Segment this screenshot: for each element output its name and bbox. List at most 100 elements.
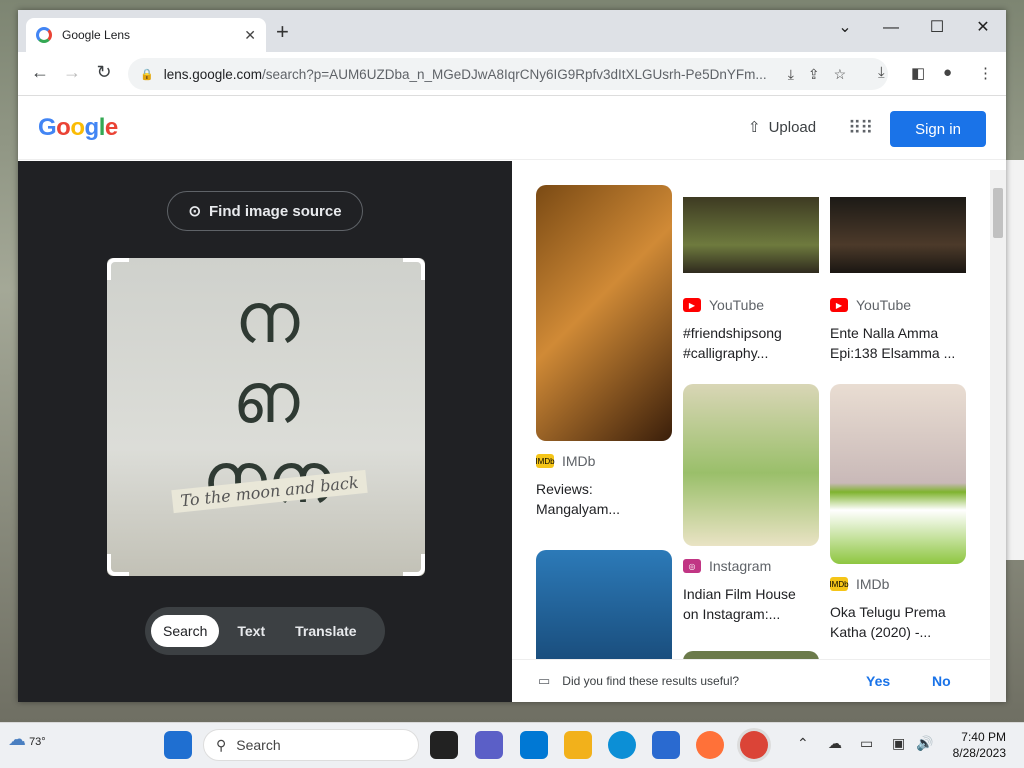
crop-handle[interactable] [107, 554, 129, 576]
tab-google-lens[interactable]: Google Lens ✕ [26, 18, 266, 52]
maximize-button[interactable]: ☐ [914, 16, 960, 40]
result-caption: Ente Nalla Amma Epi:138 Elsamma ... [830, 323, 966, 363]
display-icon[interactable]: ▭ [860, 735, 873, 752]
new-tab-button[interactable]: + [276, 21, 289, 43]
edge-browser-icon[interactable] [608, 731, 636, 759]
result-card[interactable]: IMDb IMDb Oka Telugu Prema Katha (2020) -.… [829, 384, 966, 642]
share-icon[interactable]: ⇪ [808, 66, 820, 83]
reload-icon[interactable]: ↻ [92, 62, 116, 83]
lock-icon: 🔒 [140, 68, 154, 81]
results-pane: IMDb IMDb Reviews: Mangalyam... ▶ YouTube #… [512, 161, 1006, 702]
mode-text[interactable]: Text [225, 615, 277, 647]
menu-kebab-icon[interactable]: ⋮ [978, 64, 993, 82]
crop-handle[interactable] [403, 258, 425, 280]
feedback-no-button[interactable]: No [932, 673, 951, 689]
google-logo[interactable]: Google [38, 114, 118, 142]
find-image-source-button[interactable]: ⊙ Find image source [167, 191, 363, 231]
microsoft-store-icon[interactable] [652, 731, 680, 759]
start-windows-icon[interactable] [164, 731, 192, 759]
result-caption: Indian Film House on Instagram:... [683, 584, 819, 624]
back-arrow-icon[interactable]: ← [28, 62, 52, 83]
firefox-icon[interactable] [696, 731, 724, 759]
logo-letter: o [70, 114, 85, 141]
tab-search-button[interactable]: ⌄ [822, 16, 868, 40]
caption-line: Mangalyam... [536, 501, 621, 517]
lens-image-pane: ⊙ Find image source ന ഩ നന To the moon and… [18, 161, 512, 702]
mode-search[interactable]: Search [151, 615, 220, 647]
sign-in-button[interactable]: Sign in [890, 111, 986, 147]
result-source-label: IMDb [856, 576, 890, 592]
install-icon[interactable]: ⤓ [788, 66, 794, 83]
downloads-icon[interactable]: ⤓ [878, 64, 885, 81]
mode-translate[interactable]: Translate [283, 615, 368, 647]
result-thumbnail [536, 550, 672, 670]
taskbar-search-box[interactable]: ⚲ Search [203, 729, 419, 761]
side-panel-icon[interactable]: ◧ [911, 64, 925, 82]
selected-image[interactable]: ന ഩ നന To the moon and back [107, 258, 425, 576]
volume-icon[interactable]: 🔊 [916, 735, 933, 752]
result-card[interactable]: IMDb IMDb Reviews: Mangalyam... [535, 185, 672, 519]
task-view-icon[interactable] [430, 731, 458, 759]
google-header: Google ⇧ Upload ⠿⠿ Sign in [18, 96, 1006, 160]
caption-line: Katha (2020) -... [830, 624, 932, 640]
upload-icon: ⇧ [748, 119, 761, 136]
youtube-icon: ▶ [830, 298, 848, 312]
clock-date: 8/28/2023 [952, 746, 1006, 760]
address-bar[interactable]: 🔒 lens.google.com/search?p=AUM6UZDba_n_M… [128, 58, 888, 90]
teams-chat-icon[interactable] [475, 731, 503, 759]
system-clock[interactable]: 7:40 PM 8/28/2023 [940, 729, 1006, 761]
search-icon: ⚲ [216, 736, 227, 753]
apps-grid-icon[interactable]: ⠿⠿ [848, 118, 873, 139]
result-caption: Oka Telugu Prema Katha (2020) -... [830, 602, 966, 642]
mail-icon[interactable] [520, 731, 548, 759]
network-icon[interactable]: ▣ [892, 735, 905, 752]
image-search-icon: ⊙ [188, 203, 202, 220]
result-source: IMDb IMDb [829, 576, 966, 592]
chrome-icon[interactable] [740, 731, 768, 759]
logo-letter: G [38, 114, 57, 141]
caption-line: #friendshipsong [683, 325, 782, 341]
google-lens-favicon-icon [36, 27, 52, 43]
result-source-label: YouTube [856, 297, 912, 313]
result-card[interactable]: ▶ YouTube #friendshipsong #calligraphy... [683, 185, 819, 363]
browser-window: Google Lens ✕ + ⌄ — ☐ ✕ ← → ↻ 🔒 lens.goo… [18, 10, 1006, 702]
result-card[interactable]: ◎ Instagram Indian Film House on Instagram… [683, 384, 819, 624]
bookmark-star-icon[interactable]: ☆ [834, 66, 847, 83]
instagram-icon: ◎ [683, 559, 701, 573]
result-caption: Reviews: Mangalyam... [536, 479, 672, 519]
result-card[interactable]: ▶ YouTube Ente Nalla Amma Epi:138 Elsamma … [830, 185, 966, 363]
tab-close-icon[interactable]: ✕ [244, 27, 256, 44]
results-scrollbar[interactable] [990, 170, 1006, 702]
result-source: ▶ YouTube [830, 297, 966, 313]
result-thumbnail [830, 185, 966, 285]
result-card[interactable] [536, 550, 672, 670]
close-window-button[interactable]: ✕ [960, 16, 1006, 40]
browser-toolbar: ← → ↻ 🔒 lens.google.com/search?p=AUM6UZD… [18, 52, 1006, 96]
onedrive-icon[interactable]: ☁ [828, 735, 842, 752]
feedback-yes-button[interactable]: Yes [866, 673, 890, 689]
clock-time: 7:40 PM [961, 730, 1006, 744]
tab-bar: Google Lens ✕ + ⌄ — ☐ ✕ [18, 10, 1006, 52]
upload-button[interactable]: ⇧ Upload [748, 118, 817, 137]
result-source-label: IMDb [562, 453, 596, 469]
caption-line: Epi:138 Elsamma ... [830, 345, 956, 361]
minimize-button[interactable]: — [868, 16, 914, 40]
background-window-edge [1006, 160, 1024, 560]
result-thumbnail [830, 384, 966, 564]
tray-overflow-chevron-icon[interactable]: ⌃ [797, 735, 809, 752]
weather-widget[interactable]: ☁ 73° [8, 729, 46, 750]
file-explorer-icon[interactable] [564, 731, 592, 759]
upload-label: Upload [768, 118, 817, 136]
result-source-label: YouTube [709, 297, 765, 313]
crop-handle[interactable] [403, 554, 425, 576]
crop-handle[interactable] [107, 258, 129, 280]
forward-arrow-icon[interactable]: → [60, 62, 84, 83]
result-source: IMDb IMDb [535, 453, 672, 469]
profile-icon[interactable]: ● [943, 64, 952, 81]
caption-line: Indian Film House [683, 586, 796, 602]
logo-letter: g [84, 114, 100, 141]
result-source-label: Instagram [709, 558, 772, 574]
scrollbar-thumb[interactable] [993, 188, 1003, 238]
youtube-icon: ▶ [683, 298, 701, 312]
caption-line: Oka Telugu Prema [830, 604, 946, 620]
